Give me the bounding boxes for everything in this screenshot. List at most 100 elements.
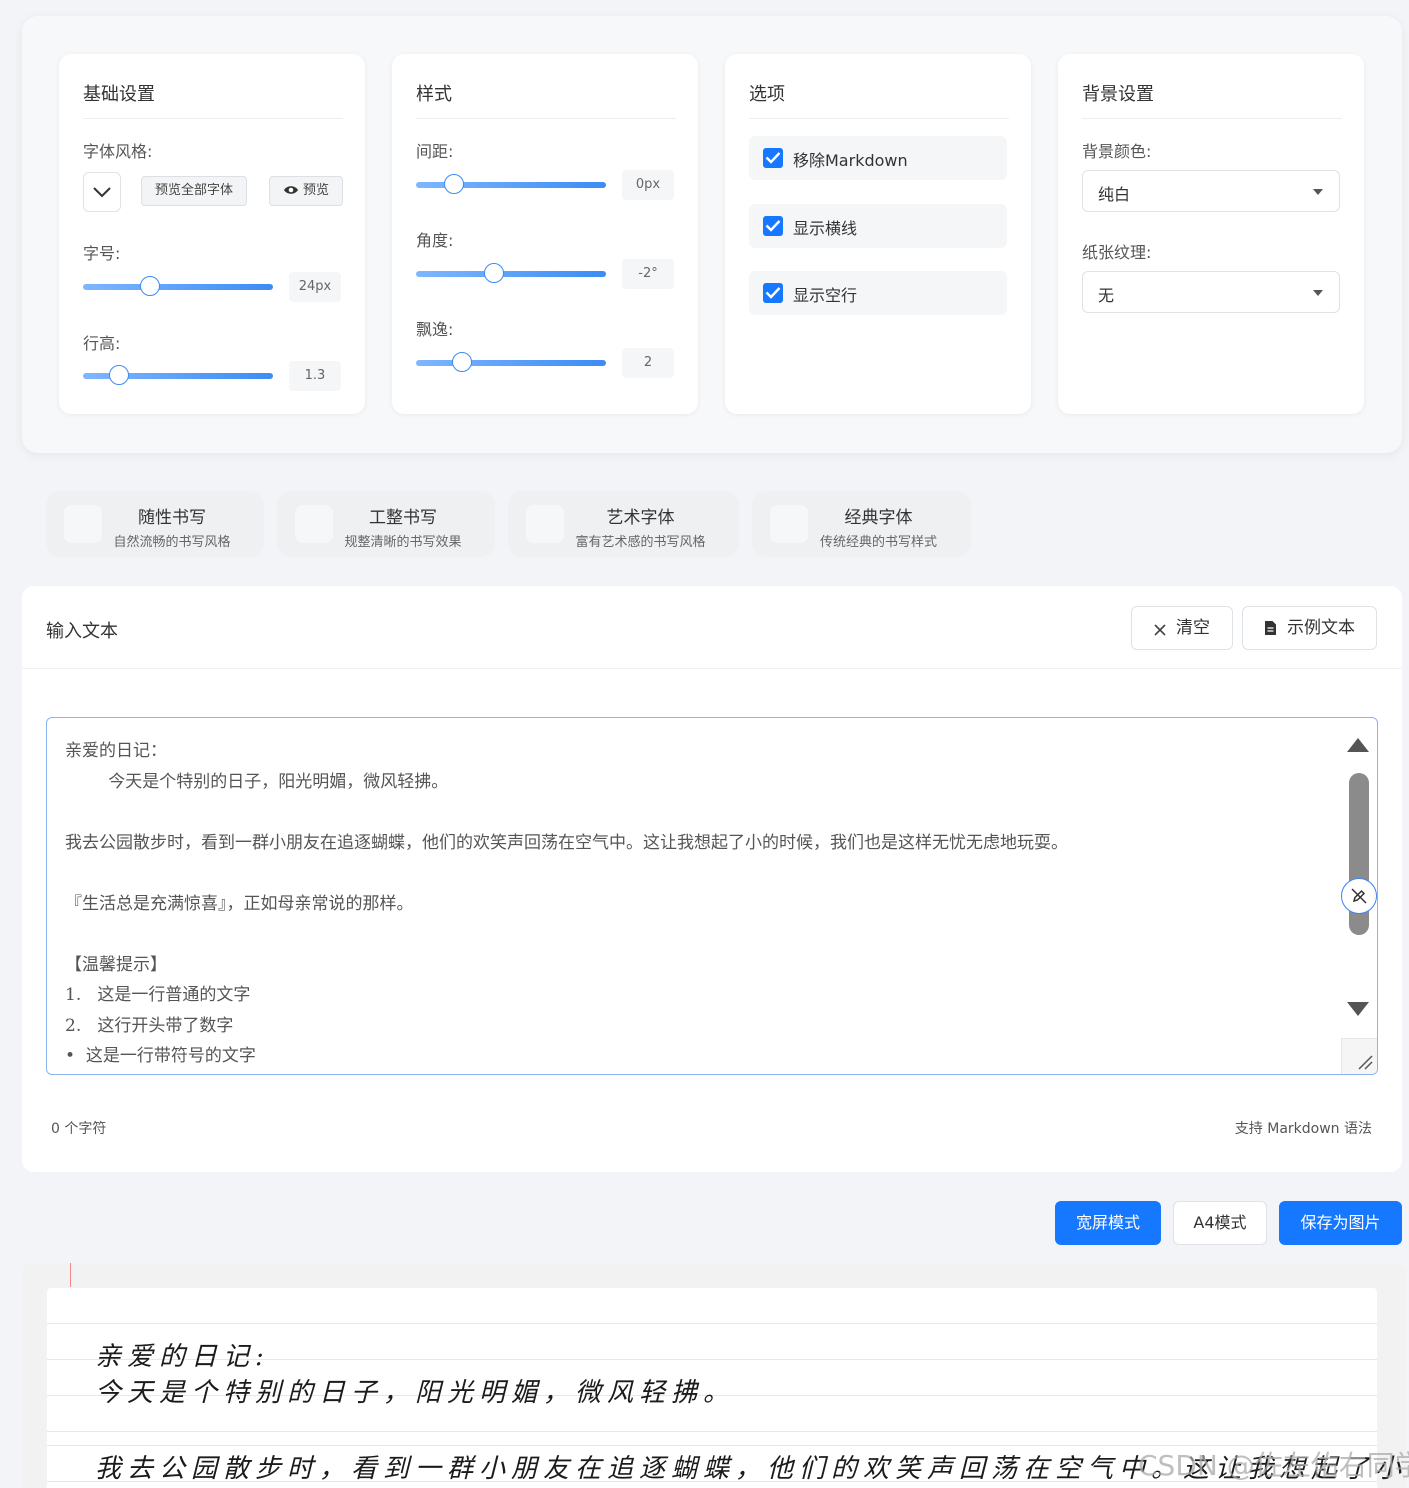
bg-color-label: 背景颜色: [1082,142,1152,161]
style-card-title: 艺术字体 [606,508,675,528]
eye-icon [283,186,298,194]
text-line: 【温馨提示】 [65,954,167,975]
basic-settings-card: 基础设置 字体风格: 预览全部字体 预览 字号: 24px 行高: 1.3 [59,54,365,414]
paper-texture-select[interactable]: 无 [1082,271,1340,313]
card-title-style: 样式 [416,80,676,119]
options-card: 选项 移除Markdown 显示横线 显示空行 [725,54,1031,414]
text-line: 2. 这行开头带了数字 [65,1015,234,1036]
check-icon [765,287,781,299]
card-title-options: 选项 [749,80,1009,119]
text-line: 『生活总是充满惊喜』，正如母亲常说的那样。 [65,893,414,914]
markdown-hint: 支持 Markdown 语法 [1234,1121,1372,1137]
option-label: 显示空行 [793,286,858,305]
text-line [65,858,1068,889]
text-line: 亲爱的日记： [65,741,167,761]
ruled-line [47,1431,1377,1432]
watermark: CSDN @佐左佑右同学 [1138,1449,1409,1482]
document-icon [1265,621,1276,635]
option-label: 显示横线 [793,219,858,238]
style-card-classic[interactable]: 经典字体 传统经典的书写样式 [752,491,971,557]
line-height-value[interactable]: 1.3 [289,361,341,391]
style-card-subtitle: 富有艺术感的书写风格 [575,535,706,550]
a4-mode-button[interactable]: A4模式 [1173,1201,1267,1245]
paper-texture-value: 无 [1098,286,1115,305]
checkbox-checked[interactable] [763,283,783,303]
style-card-subtitle: 规整清晰的书写效果 [344,535,462,550]
pencil-off-icon [1351,888,1367,904]
scroll-up-arrow[interactable] [1347,738,1369,752]
slider-handle[interactable] [483,263,504,283]
card-title-background: 背景设置 [1082,80,1342,119]
resize-handle[interactable] [1341,1038,1377,1074]
text-line [65,919,1068,950]
slider-handle[interactable] [451,352,472,372]
bg-color-value: 纯白 [1098,185,1131,204]
example-text-button[interactable]: 示例文本 [1242,606,1377,650]
line-height-label: 行高: [83,334,121,353]
text-line: 1. 这是一行普通的文字 [65,985,251,1005]
angle-slider[interactable] [416,263,606,283]
background-settings-card: 背景设置 背景颜色: 纯白 纸张纹理: 无 [1058,54,1364,414]
settings-panel: 基础设置 字体风格: 预览全部字体 预览 字号: 24px 行高: 1.3 样式… [22,16,1402,453]
font-size-slider[interactable] [83,276,273,296]
preview-button[interactable]: 预览 [269,176,343,206]
option-show-blank-lines[interactable]: 显示空行 [749,271,1007,315]
input-panel-title: 输入文本 [46,621,118,642]
edit-off-button[interactable] [1341,878,1377,914]
preview-button-label: 预览 [302,183,329,198]
checkbox-checked[interactable] [763,216,783,236]
font-style-select[interactable] [83,172,121,212]
font-size-label: 字号: [83,244,121,263]
check-icon [765,152,781,164]
handwriting-line: 今天是个特别的日子，阳光明媚，微风轻拂。 [95,1378,736,1408]
style-card-subtitle: 传统经典的书写样式 [819,535,937,550]
example-text-button-label: 示例文本 [1287,618,1355,638]
resize-grip-icon [1358,1055,1373,1070]
spacing-label: 间距: [416,142,454,161]
option-show-lines[interactable]: 显示横线 [749,204,1007,248]
text-input-content[interactable]: 亲爱的日记： 今天是个特别的日子，阳光明媚，微风轻拂。 我去公园散步时，看到一群… [65,736,1068,1072]
angle-label: 角度: [416,231,454,250]
ruled-line [47,1323,1377,1324]
checkbox-checked[interactable] [763,148,783,168]
float-slider[interactable] [416,352,606,372]
preview-all-fonts-button[interactable]: 预览全部字体 [141,176,247,206]
slider-handle[interactable] [139,276,160,296]
spacing-slider[interactable] [416,174,606,194]
line-height-slider[interactable] [83,365,273,385]
style-card-title: 随性书写 [138,508,206,528]
style-card-artistic[interactable]: 艺术字体 富有艺术感的书写风格 [508,491,739,557]
bg-color-select[interactable]: 纯白 [1082,170,1340,212]
close-icon [1154,624,1166,636]
style-settings-card: 样式 间距: 0px 角度: -2° 飘逸: 2 [392,54,698,414]
check-icon [765,220,781,232]
font-style-label: 字体风格: [83,142,153,161]
card-title-basic: 基础设置 [83,80,343,119]
caret-down-icon [1313,290,1323,296]
scroll-down-arrow[interactable] [1347,1002,1369,1016]
divider [22,668,1402,669]
float-label: 飘逸: [416,320,454,339]
float-value[interactable]: 2 [622,348,674,378]
text-line: 我去公园散步时，看到一群小朋友在追逐蝴蝶，他们的欢笑声回荡在空气中。这让我想起了… [65,832,1068,853]
slider-handle[interactable] [109,365,130,385]
widescreen-mode-button[interactable]: 宽屏模式 [1055,1201,1161,1245]
style-card-subtitle: 自然流畅的书写风格 [113,535,231,550]
input-panel: 输入文本 清空 示例文本 亲爱的日记： 今天是个特别的日子，阳光明媚，微风轻拂。… [22,586,1402,1172]
text-line [65,797,1068,828]
clear-button[interactable]: 清空 [1131,606,1233,650]
save-image-button[interactable]: 保存为图片 [1279,1201,1402,1245]
text-line: • 这是一行带符号的文字 [65,1046,256,1066]
character-count: 0 个字符 [51,1121,107,1137]
text-line: 今天是个特别的日子，阳光明媚，微风轻拂。 [65,771,449,792]
angle-value[interactable]: -2° [622,259,674,289]
option-remove-markdown[interactable]: 移除Markdown [749,136,1007,180]
spacing-value[interactable]: 0px [622,170,674,200]
slider-handle[interactable] [444,174,464,194]
text-input-area[interactable]: 亲爱的日记： 今天是个特别的日子，阳光明媚，微风轻拂。 我去公园散步时，看到一群… [46,717,1378,1075]
paper-texture-label: 纸张纹理: [1082,243,1152,262]
clear-button-label: 清空 [1176,618,1210,638]
style-card-casual[interactable]: 随性书写 自然流畅的书写风格 [46,491,264,557]
font-size-value[interactable]: 24px [289,272,341,302]
style-card-neat[interactable]: 工整书写 规整清晰的书写效果 [277,491,495,557]
